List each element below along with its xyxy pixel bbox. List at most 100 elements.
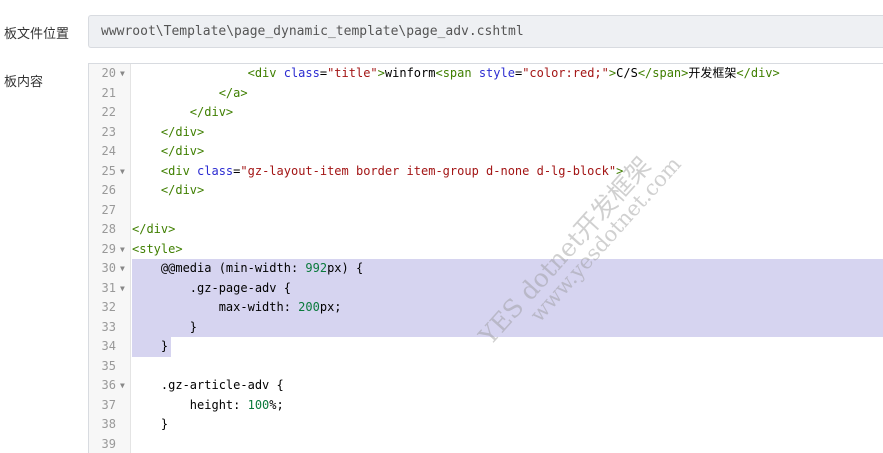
line-number: 29 xyxy=(89,240,116,260)
code-token: 开发框架 xyxy=(688,66,736,80)
line-number: 32 xyxy=(89,298,116,318)
code-token xyxy=(132,125,161,139)
code-token: <span xyxy=(435,66,478,80)
fold-toggle-icon[interactable]: ▼ xyxy=(120,259,125,279)
code-token: </div> xyxy=(161,183,204,197)
code-text: <div class="gz-layout-item border item-g… xyxy=(132,162,623,182)
code-line: 22 </div> xyxy=(89,103,883,123)
code-text: <style> xyxy=(132,240,183,260)
code-line: 36▼ .gz-article-adv { xyxy=(89,376,883,396)
code-token: class xyxy=(197,164,233,178)
code-token: </div> xyxy=(132,222,175,236)
code-token: > xyxy=(378,66,385,80)
code-token xyxy=(132,66,248,80)
code-text: max-width: 200px; xyxy=(132,298,342,318)
fold-toggle-icon[interactable]: ▼ xyxy=(120,162,125,182)
code-text: } xyxy=(132,318,197,338)
line-number: 39 xyxy=(89,435,116,453)
code-line: 37 height: 100%; xyxy=(89,396,883,416)
line-number: 26 xyxy=(89,181,116,201)
code-token: @@media (min-width: xyxy=(132,261,305,275)
code-token xyxy=(132,164,161,178)
code-text: height: 100%; xyxy=(132,396,284,416)
file-location-label: 板文件位置 xyxy=(4,23,69,42)
selection-highlight xyxy=(132,318,883,338)
code-token xyxy=(132,86,219,100)
code-line: 33 } xyxy=(89,318,883,338)
file-path-field[interactable]: wwwroot\Template\page_dynamic_template\p… xyxy=(88,15,883,48)
code-token: px) { xyxy=(327,261,363,275)
code-text: .gz-article-adv { xyxy=(132,376,284,396)
code-text: } xyxy=(132,415,168,435)
code-text: .gz-page-adv { xyxy=(132,279,291,299)
code-token: C/S xyxy=(616,66,638,80)
code-token xyxy=(132,144,161,158)
fold-toggle-icon[interactable]: ▼ xyxy=(120,376,125,396)
code-token: 200 xyxy=(298,300,320,314)
line-number: 20 xyxy=(89,64,116,84)
code-editor[interactable]: 20▼ <div class="title">winform<span styl… xyxy=(88,63,883,453)
line-number: 24 xyxy=(89,142,116,162)
code-line: 28 </div> xyxy=(89,220,883,240)
fold-toggle-icon[interactable]: ▼ xyxy=(120,279,125,299)
fold-toggle-icon[interactable]: ▼ xyxy=(120,64,125,84)
line-number: 30 xyxy=(89,259,116,279)
code-line: 35 xyxy=(89,357,883,377)
code-token: "gz-layout-item border item-group d-none… xyxy=(240,164,616,178)
code-token: style xyxy=(479,66,515,80)
code-text: </a> xyxy=(132,84,248,104)
fold-toggle-icon[interactable]: ▼ xyxy=(120,240,125,260)
code-token: %; xyxy=(269,398,283,412)
code-text: </div> xyxy=(132,181,204,201)
content-label: 板内容 xyxy=(4,71,43,90)
code-line: 24 </div> xyxy=(89,142,883,162)
code-token: class xyxy=(284,66,320,80)
line-number: 23 xyxy=(89,123,116,143)
code-line: 27 xyxy=(89,201,883,221)
code-token: > xyxy=(616,164,623,178)
code-text: <div class="title">winform<span style="c… xyxy=(132,64,780,84)
code-line: 32 max-width: 200px; xyxy=(89,298,883,318)
code-line: 23 </div> xyxy=(89,123,883,143)
code-token: } xyxy=(132,417,168,431)
line-number: 36 xyxy=(89,376,116,396)
code-text: </div> xyxy=(132,220,175,240)
line-number: 33 xyxy=(89,318,116,338)
code-line: 26 </div> xyxy=(89,181,883,201)
code-text: } xyxy=(132,337,168,357)
code-token: } xyxy=(132,320,197,334)
code-token: </div> xyxy=(161,144,204,158)
code-token xyxy=(132,105,190,119)
code-token: "title" xyxy=(327,66,378,80)
line-number: 34 xyxy=(89,337,116,357)
line-number: 21 xyxy=(89,84,116,104)
code-line: 31▼ .gz-page-adv { xyxy=(89,279,883,299)
code-token: .gz-article-adv { xyxy=(132,378,284,392)
line-number: 22 xyxy=(89,103,116,123)
code-line: 25▼ <div class="gz-layout-item border it… xyxy=(89,162,883,182)
code-line: 39 xyxy=(89,435,883,453)
code-token: } xyxy=(132,339,168,353)
line-number: 37 xyxy=(89,396,116,416)
code-token: <div xyxy=(161,164,197,178)
code-token: </span> xyxy=(638,66,689,80)
line-number: 38 xyxy=(89,415,116,435)
code-text: </div> xyxy=(132,103,233,123)
code-token xyxy=(132,183,161,197)
code-token: "color:red;" xyxy=(522,66,609,80)
line-number: 25 xyxy=(89,162,116,182)
code-line: 21 </a> xyxy=(89,84,883,104)
code-token: </div> xyxy=(736,66,779,80)
code-token: .gz-page-adv { xyxy=(132,281,291,295)
code-line: 38 } xyxy=(89,415,883,435)
code-token: 992 xyxy=(305,261,327,275)
code-token: </div> xyxy=(190,105,233,119)
code-token: = xyxy=(320,66,327,80)
code-token: <div xyxy=(248,66,284,80)
code-token: px; xyxy=(320,300,342,314)
line-number: 27 xyxy=(89,201,116,221)
code-token: </div> xyxy=(161,125,204,139)
line-number: 28 xyxy=(89,220,116,240)
code-text: </div> xyxy=(132,142,204,162)
code-token: height: xyxy=(132,398,248,412)
